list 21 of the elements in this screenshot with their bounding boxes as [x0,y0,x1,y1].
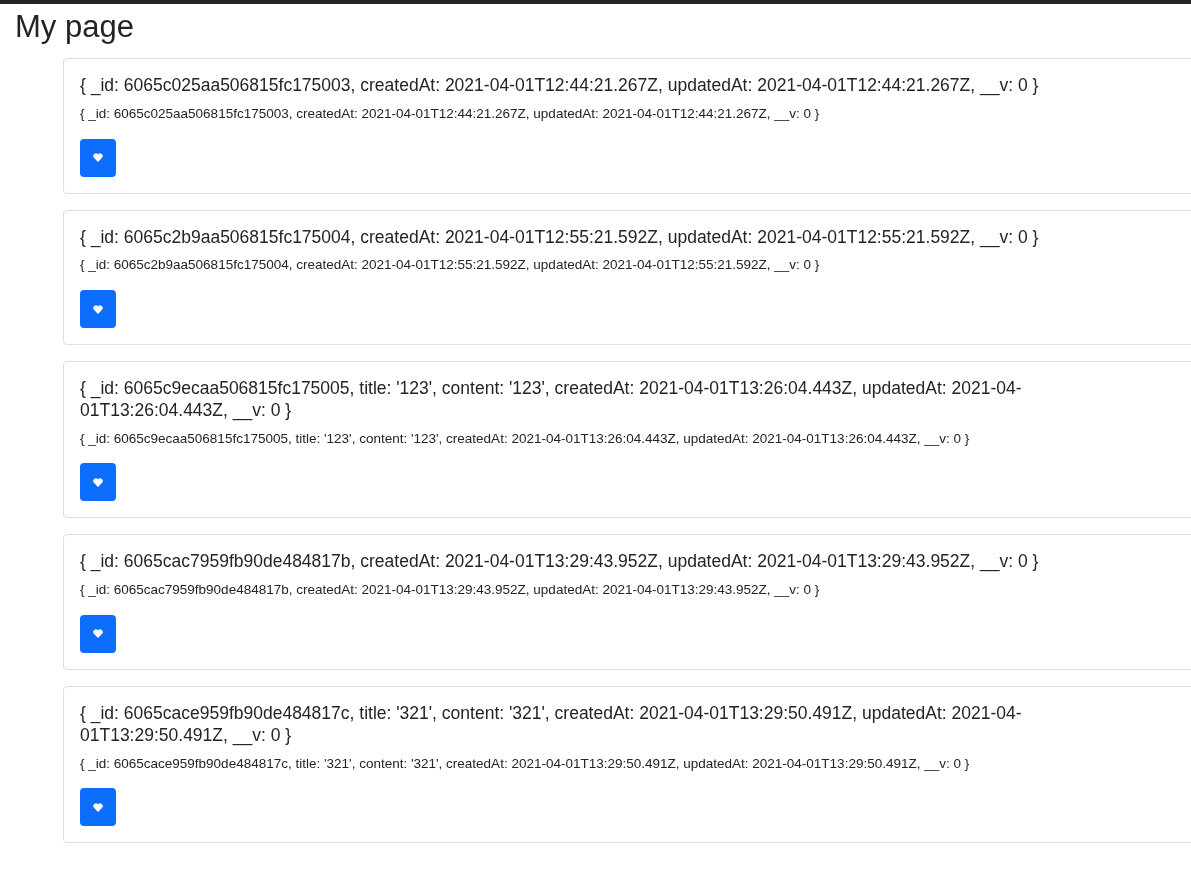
post-title: { _id: 6065c9ecaa506815fc175005, title: '123', content: '123', createdAt: 2021-04-01T13:26:04.443Z, updatedAt: 2021-04-01T13:26:04.443Z, __v: 0 } [80,378,1023,422]
page-title: My page [15,8,135,46]
post-title: { _id: 6065cac7959fb90de484817b, createdAt: 2021-04-01T13:29:43.952Z, updatedAt: 2021-04-01T13:29:43.952Z, __v: 0 } [80,551,1040,574]
post-text: { _id: 6065c2b9aa506815fc175004, createdAt: 2021-04-01T12:55:21.592Z, updatedAt: 2021-04-01T12:55:21.592Z, __v: 0 } [80,256,821,275]
like-button[interactable] [80,290,116,329]
heart-icon [93,477,103,487]
heart-icon [93,802,103,812]
post-text: { _id: 6065c025aa506815fc175003, createdAt: 2021-04-01T12:44:21.267Z, updatedAt: 2021-04-01T12:44:21.267Z, __v: 0 } [80,105,821,123]
heart-icon [93,304,103,314]
like-button[interactable] [80,788,116,827]
post-text: { _id: 6065cac7959fb90de484817b, createdAt: 2021-04-01T13:29:43.952Z, updatedAt: 2021-04-01T13:29:43.952Z, __v: 0 } [80,581,821,599]
post-text: { _id: 6065c9ecaa506815fc175005, title: '123', content: '123', createdAt: 2021-04-01T13:26:04.443Z, updatedAt: 2021-04-01T13:26:04.443Z, __v: 0 } [80,429,971,448]
post-title: { _id: 6065c2b9aa506815fc175004, createdAt: 2021-04-01T12:55:21.592Z, updatedAt: 2021-04-01T12:55:21.592Z, __v: 0 } [80,226,1040,249]
heart-icon [93,629,103,639]
like-button[interactable] [80,463,116,502]
post-text: { _id: 6065cace959fb90de484817c, title: '321', content: '321', createdAt: 2021-04-01T13:29:50.491Z, updatedAt: 2021-04-01T13:29:50.491Z, __v: 0 } [80,754,971,773]
like-button[interactable] [80,614,116,653]
post-title: { _id: 6065c025aa506815fc175003, createdAt: 2021-04-01T12:44:21.267Z, updatedAt: 2021-04-01T12:44:21.267Z, __v: 0 } [80,75,1040,98]
post-title: { _id: 6065cace959fb90de484817c, title: '321', content: '321', createdAt: 2021-04-01T13:29:50.491Z, updatedAt: 2021-04-01T13:29:50.491Z, __v: 0 } [80,702,1023,747]
like-button[interactable] [80,138,116,177]
heart-icon [93,153,103,163]
